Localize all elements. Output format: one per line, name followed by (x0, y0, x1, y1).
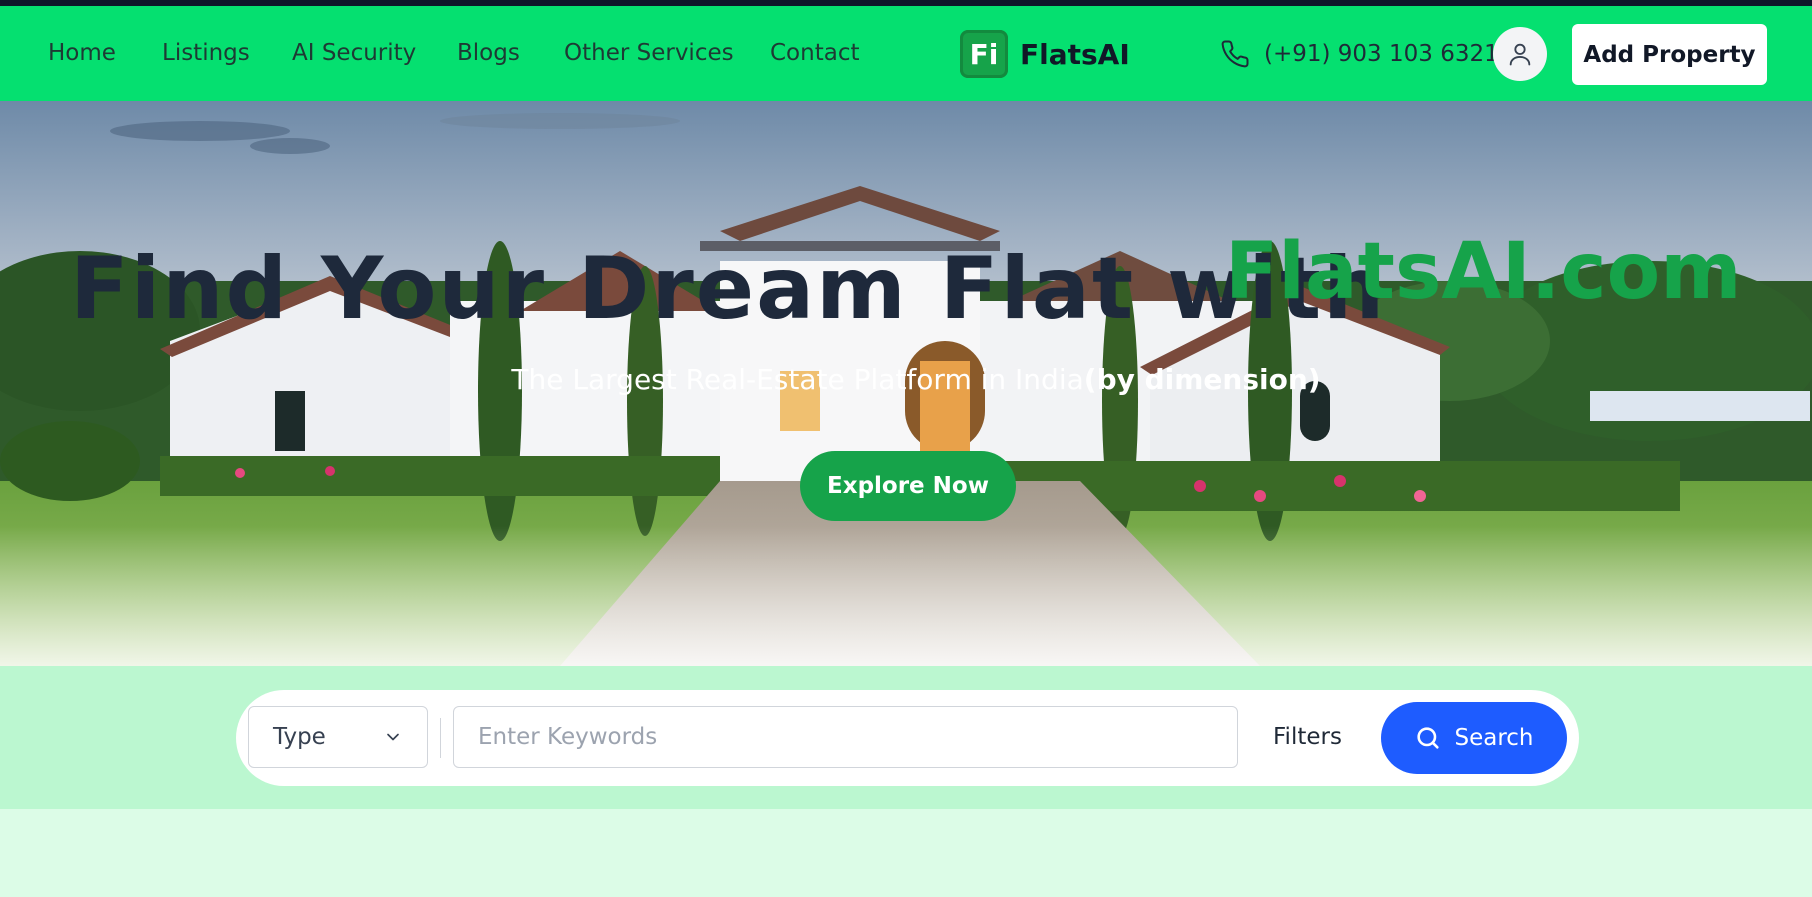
subheading-text: The Largest Real-Estate Platform in Indi… (511, 363, 1084, 396)
page-content-area (0, 809, 1812, 897)
user-icon (1509, 43, 1531, 66)
main-navbar: Home Listings AI Security Blogs Other Se… (0, 6, 1812, 101)
keyword-search-input[interactable] (453, 706, 1238, 768)
explore-now-button[interactable]: Explore Now (800, 451, 1016, 521)
chevron-down-icon (387, 733, 399, 741)
phone-number: (+91) 903 103 6321 (1264, 40, 1499, 67)
phone-contact[interactable]: (+91) 903 103 6321 (1220, 6, 1499, 101)
phone-icon (1221, 39, 1249, 67)
nav-link-listings[interactable]: Listings (162, 6, 250, 101)
brand-logo-icon: Fi (960, 30, 1008, 78)
headline-brand: FlatsAI.com (1225, 227, 1742, 317)
search-button[interactable]: Search (1381, 702, 1567, 774)
hero-section: Find Your Dream Flat with FlatsAI.com Th… (0, 101, 1812, 666)
nav-link-home[interactable]: Home (48, 6, 116, 101)
type-dropdown-label: Type (273, 724, 326, 750)
search-bar: Type Filters Search (236, 690, 1579, 786)
brand[interactable]: Fi FlatsAI (960, 30, 1130, 78)
nav-link-other-services[interactable]: Other Services (564, 6, 734, 101)
subheading-bold: (by dimension) (1083, 363, 1321, 396)
search-icon (1417, 727, 1440, 749)
user-account-button[interactable] (1493, 27, 1547, 81)
search-section: Type Filters Search (0, 666, 1812, 809)
hero-subheading: The Largest Real-Estate Platform in Indi… (0, 363, 1812, 396)
search-button-label: Search (1454, 725, 1534, 751)
nav-link-ai-security[interactable]: AI Security (292, 6, 416, 101)
hero-fade-overlay (0, 526, 1812, 666)
filters-button[interactable]: Filters (1273, 706, 1342, 768)
nav-link-contact[interactable]: Contact (770, 6, 859, 101)
search-divider (440, 718, 441, 758)
brand-name: FlatsAI (1020, 37, 1130, 71)
hero-headline: Find Your Dream Flat with FlatsAI.com (70, 227, 1812, 339)
add-property-button[interactable]: Add Property (1572, 24, 1767, 85)
nav-link-blogs[interactable]: Blogs (457, 6, 520, 101)
headline-text: Find Your Dream Flat with (70, 239, 1387, 339)
type-dropdown[interactable]: Type (248, 706, 428, 768)
